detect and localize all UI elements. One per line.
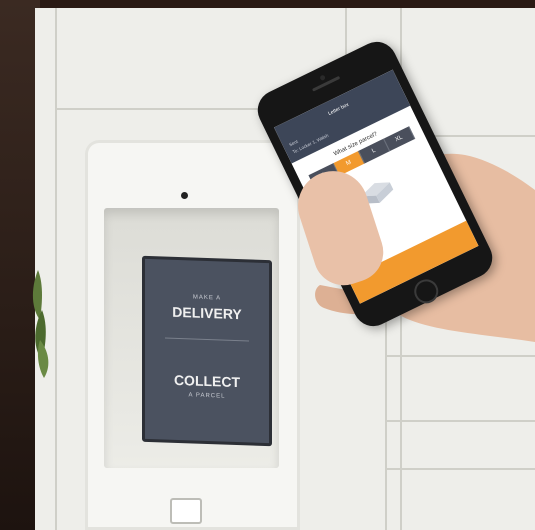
screen-divider [165,337,249,342]
status-bar [275,71,396,134]
locker-door-seam [385,420,535,422]
delivery-prompt-small: MAKE A [192,294,222,302]
locker-door-seam [385,355,535,357]
card-reader-slot [170,498,202,524]
photo-scene: MAKE A DELIVERY COLLECT A PARCEL Letter … [0,0,535,530]
make-delivery-button[interactable]: DELIVERY [145,303,269,323]
collect-prompt-small: A PARCEL [188,392,226,400]
locker-door-seam [385,468,535,470]
camera-icon [181,192,188,199]
kiosk-touchscreen[interactable]: MAKE A DELIVERY COLLECT A PARCEL [142,255,272,447]
plant-leaves [32,270,49,378]
speaker-grille [311,75,341,92]
front-camera-icon [319,74,326,82]
collect-parcel-button[interactable]: COLLECT [145,371,269,391]
